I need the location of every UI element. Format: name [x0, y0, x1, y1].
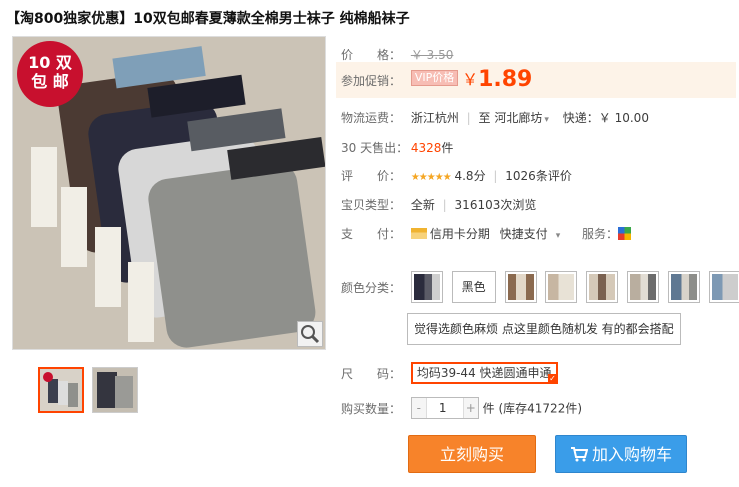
- color-option-5[interactable]: [586, 271, 619, 303]
- badge-line-2: 包 邮: [31, 72, 69, 91]
- condition-value: 全新: [410, 198, 435, 212]
- quantity-input[interactable]: 1: [425, 398, 464, 418]
- color-swatch: [548, 274, 575, 300]
- separator: |: [466, 111, 471, 125]
- price-label: 价 格：: [341, 48, 402, 62]
- color-swatch: [711, 274, 738, 300]
- credit-card-icon: [410, 228, 427, 239]
- add-to-cart-label: 加入购物车: [591, 445, 672, 464]
- size-row: 尺 码： 均码39-44 快递圆通申通 ✓: [341, 362, 563, 384]
- color-option-8[interactable]: [708, 271, 739, 303]
- star-rating-icon: ★★★★★: [410, 172, 452, 183]
- rating-label: 评 价：: [341, 169, 402, 183]
- cart-icon: [570, 447, 589, 462]
- chevron-down-icon: ▾: [555, 231, 561, 241]
- color-option-black[interactable]: 黑色: [451, 271, 496, 303]
- color-option-3[interactable]: [504, 271, 537, 303]
- promo-price: 1.89: [478, 67, 533, 92]
- review-count-link[interactable]: 1026条评价: [505, 169, 572, 183]
- stock-text: 件 (库存41722件): [482, 401, 583, 416]
- express-label: 快递：: [562, 111, 599, 125]
- check-icon: ✓: [547, 374, 558, 384]
- color-random-row: 觉得选颜色麻烦 点这里颜色随机发 有的都会搭配: [407, 313, 686, 345]
- size-option-label: 均码39-44 快递圆通申通: [416, 366, 552, 380]
- color-option-7[interactable]: [667, 271, 700, 303]
- color-swatch: [589, 274, 616, 300]
- separator: |: [442, 198, 447, 212]
- promo-badge: 10 双 包 邮: [17, 41, 83, 107]
- shipping-row: 物流运费： 浙江杭州 | 至 河北廊坊 ▾ 快递：￥ 10.00: [341, 109, 649, 126]
- payment-label: 支 付：: [341, 227, 402, 241]
- thumbnail-2[interactable]: [92, 367, 138, 413]
- color-option-1[interactable]: [410, 271, 443, 303]
- quantity-label: 购买数量：: [341, 401, 402, 416]
- color-row: 颜色分类： 黑色: [341, 271, 739, 303]
- color-option-6[interactable]: [626, 271, 659, 303]
- quickpay-label: 快捷支付: [499, 227, 548, 241]
- service-label: 服务：: [582, 227, 619, 241]
- promo-label: 参加促销：: [341, 74, 402, 88]
- promo-currency: ￥: [462, 70, 479, 89]
- product-title: 【淘800独家优惠】10双包邮春夏薄款全棉男士袜子 纯棉船袜子: [6, 11, 410, 27]
- shipping-label: 物流运费：: [341, 111, 402, 125]
- ship-from: 浙江杭州: [410, 111, 459, 125]
- thumbnail-image: [40, 369, 82, 411]
- ship-to-select[interactable]: 河北廊坊 ▾: [494, 111, 549, 125]
- ship-to: 河北廊坊: [494, 111, 543, 125]
- sales-count: 4328: [410, 141, 442, 155]
- quantity-row: 购买数量： -1 + 件 (库存41722件): [341, 397, 582, 419]
- size-label: 尺 码：: [341, 366, 402, 381]
- separator: |: [493, 169, 498, 183]
- quickpay-link[interactable]: 快捷支付 ▾: [500, 227, 561, 241]
- original-price: ￥ 3.50: [410, 48, 454, 62]
- quantity-stepper: -1 +: [410, 397, 479, 419]
- size-option-selected[interactable]: 均码39-44 快递圆通申通 ✓: [410, 362, 558, 384]
- color-swatch: [670, 274, 697, 300]
- rating-score: 4.8分: [454, 169, 486, 183]
- condition-label: 宝贝类型：: [341, 198, 402, 212]
- express-fee: ￥ 10.00: [598, 111, 649, 125]
- product-main-image[interactable]: 10 双 包 邮: [12, 36, 326, 350]
- quantity-plus-button[interactable]: +: [463, 398, 478, 418]
- payment-row: 支 付： 信用卡分期 快捷支付 ▾ 服务：: [341, 225, 632, 242]
- color-swatch: [629, 274, 656, 300]
- color-label: 颜色分类：: [341, 280, 402, 295]
- quantity-minus-button[interactable]: -: [411, 398, 426, 418]
- ship-to-word: 至: [478, 111, 491, 125]
- color-option-random[interactable]: 觉得选颜色麻烦 点这里颜色随机发 有的都会搭配: [407, 313, 681, 345]
- sales-row: 30 天售出： 4328件: [341, 139, 453, 156]
- buy-now-button[interactable]: 立刻购买: [408, 435, 536, 473]
- zoom-icon[interactable]: [297, 321, 323, 347]
- rating-row: 评 价： ★★★★★ 4.8分 | 1026条评价: [341, 167, 572, 184]
- view-count: 316103次浏览: [454, 198, 537, 212]
- condition-row: 宝贝类型： 全新 | 316103次浏览: [341, 196, 536, 213]
- color-swatch: [507, 274, 534, 300]
- thumbnail-1[interactable]: [38, 367, 84, 413]
- add-to-cart-button[interactable]: 加入购物车: [555, 435, 687, 473]
- price-row: 价 格： ￥ 3.50: [341, 46, 453, 63]
- service-icon[interactable]: [618, 227, 632, 240]
- thumbnail-image: [93, 368, 137, 412]
- badge-line-1: 10 双: [28, 53, 72, 72]
- color-option-4[interactable]: [545, 271, 578, 303]
- promo-row: 参加促销： VIP价格 ￥1.89: [341, 66, 532, 92]
- color-swatch: [413, 274, 440, 300]
- vip-price-tag[interactable]: VIP价格: [410, 70, 459, 86]
- sales-label: 30 天售出：: [341, 141, 409, 155]
- installment-link[interactable]: 信用卡分期: [430, 227, 490, 241]
- sales-unit: 件: [441, 141, 454, 155]
- magnifier-icon: [301, 325, 320, 344]
- chevron-down-icon: ▾: [544, 115, 549, 125]
